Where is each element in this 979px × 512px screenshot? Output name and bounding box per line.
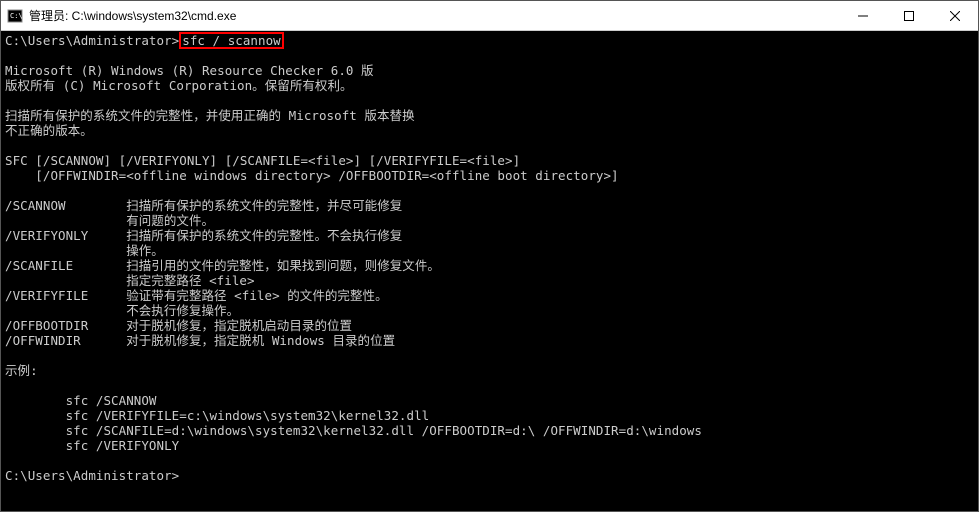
output-line: 扫描所有保护的系统文件的完整性，并使用正确的 Microsoft 版本替换 — [5, 108, 415, 123]
cmd-icon: C:\ — [7, 8, 23, 24]
output-line: 操作。 — [5, 243, 164, 258]
output-line: [/OFFWINDIR=<offline windows directory> … — [5, 168, 619, 183]
output-line: 不正确的版本。 — [5, 123, 93, 138]
output-line: /OFFBOOTDIR 对于脱机修复，指定脱机启动目录的位置 — [5, 318, 352, 333]
output-line: /VERIFYFILE 验证带有完整路径 <file> 的文件的完整性。 — [5, 288, 388, 303]
output-line: /SCANFILE 扫描引用的文件的完整性，如果找到问题，则修复文件。 — [5, 258, 440, 273]
maximize-button[interactable] — [886, 1, 932, 30]
output-line: Microsoft (R) Windows (R) Resource Check… — [5, 63, 374, 78]
output-line: sfc /VERIFYFILE=c:\windows\system32\kern… — [5, 408, 429, 423]
prompt-line-2: C:\Users\Administrator> — [5, 468, 179, 483]
output-line: 版权所有 (C) Microsoft Corporation。保留所有权利。 — [5, 78, 353, 93]
output-line: sfc /VERIFYONLY — [5, 438, 179, 453]
title-left: C:\ 管理员: C:\windows\system32\cmd.exe — [1, 7, 236, 24]
window-title: 管理员: C:\windows\system32\cmd.exe — [29, 7, 236, 24]
prompt-prefix: C:\Users\Administrator> — [5, 33, 179, 48]
output-line: /OFFWINDIR 对于脱机修复，指定脱机 Windows 目录的位置 — [5, 333, 395, 348]
command-highlight: sfc / scannow — [179, 32, 283, 49]
output-line: 指定完整路径 <file> — [5, 273, 255, 288]
output-line: sfc /SCANFILE=d:\windows\system32\kernel… — [5, 423, 702, 438]
output-line: sfc /SCANNOW — [5, 393, 157, 408]
output-line: SFC [/SCANNOW] [/VERIFYONLY] [/SCANFILE=… — [5, 153, 520, 168]
output-line: /VERIFYONLY 扫描所有保护的系统文件的完整性。不会执行修复 — [5, 228, 402, 243]
output-line: /SCANNOW 扫描所有保护的系统文件的完整性，并尽可能修复 — [5, 198, 402, 213]
command-text: sfc / scannow — [182, 33, 280, 48]
svg-text:C:\: C:\ — [10, 12, 23, 20]
output-line: 有问题的文件。 — [5, 213, 214, 228]
prompt-line-1: C:\Users\Administrator>sfc / scannow — [5, 33, 284, 48]
minimize-button[interactable] — [840, 1, 886, 30]
titlebar[interactable]: C:\ 管理员: C:\windows\system32\cmd.exe — [1, 1, 978, 31]
terminal-output[interactable]: C:\Users\Administrator>sfc / scannow Mic… — [1, 31, 978, 485]
close-button[interactable] — [932, 1, 978, 30]
window-controls — [840, 1, 978, 30]
output-line: 不会执行修复操作。 — [5, 303, 239, 318]
output-line: 示例: — [5, 363, 38, 378]
